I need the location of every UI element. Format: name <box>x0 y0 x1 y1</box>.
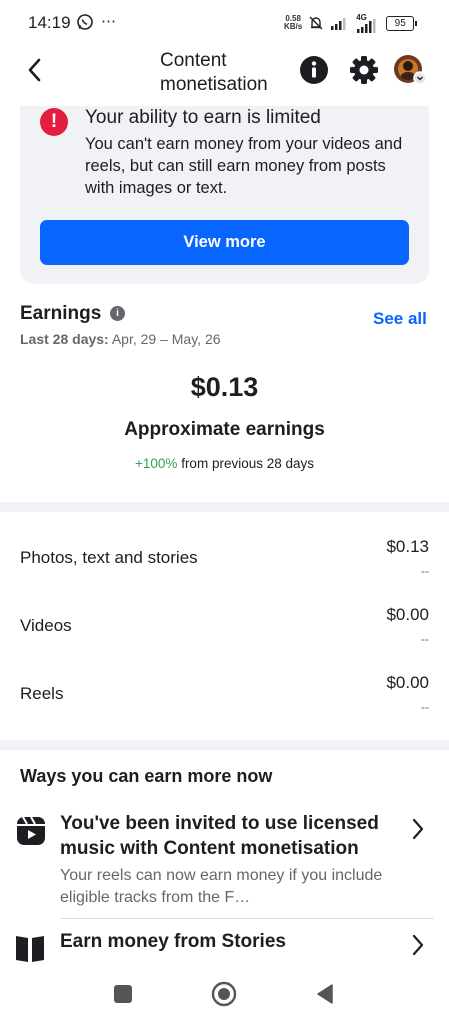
settings-button[interactable] <box>349 55 379 85</box>
row-label: Videos <box>20 616 72 635</box>
square-icon[interactable] <box>113 984 133 1004</box>
chevron-right-icon <box>412 934 424 956</box>
more-notifications-icon: ⋯ <box>101 13 116 30</box>
bell-muted-icon <box>309 16 323 30</box>
whatsapp-icon <box>77 14 93 30</box>
reels-icon <box>17 816 45 845</box>
earnings-change: +100% from previous 28 days <box>0 456 449 471</box>
book-icon <box>16 936 44 962</box>
info-button[interactable] <box>299 55 329 85</box>
triangle-back-icon[interactable] <box>314 983 336 1005</box>
earnings-row[interactable]: Photos, text and stories $0.13 -- <box>0 512 449 580</box>
status-bar: 14:19 ⋯ 0.58 KB/s 4G 95 <box>0 0 449 46</box>
page-title: Content monetisation <box>160 49 268 97</box>
section-divider <box>0 740 449 750</box>
system-nav-bar <box>0 962 449 1024</box>
stories-earnings-title: Earn money from Stories <box>60 931 286 952</box>
limited-card-body: You can't earn money from your videos an… <box>85 135 403 197</box>
chevron-right-icon <box>412 818 424 840</box>
earnings-row[interactable]: Reels $0.00 -- <box>0 648 449 716</box>
earnings-row[interactable]: Videos $0.00 -- <box>0 580 449 648</box>
licensed-music-subtitle: Your reels can now earn money if you inc… <box>60 867 383 906</box>
range-label: Last 28 days: <box>20 331 109 347</box>
row-value: $0.00 <box>386 673 429 692</box>
signal-icon <box>331 18 346 30</box>
change-value: +100% <box>135 456 178 471</box>
profile-avatar-button[interactable] <box>393 54 427 86</box>
earnings-amount: $0.13 <box>190 372 259 402</box>
gear-icon <box>350 56 378 84</box>
range-value: Apr, 29 – May, 26 <box>111 331 221 347</box>
earnings-info-icon[interactable]: i <box>110 306 125 321</box>
row-label: Reels <box>20 684 64 703</box>
earnings-date-range: Last 28 days: Apr, 29 – May, 26 <box>20 331 221 347</box>
earnings-title: Earnings <box>20 303 102 324</box>
row-sub: -- <box>421 700 429 714</box>
status-right: 0.58 KB/s 4G 95 <box>284 12 418 34</box>
earnings-amount-label: Approximate earnings <box>124 419 325 440</box>
page-title-line1: Content <box>160 50 227 71</box>
ways-to-earn-title: Ways you can earn more now <box>20 766 273 786</box>
row-label: Photos, text and stories <box>20 548 198 567</box>
info-icon <box>300 56 328 84</box>
section-divider <box>0 502 449 512</box>
licensed-music-title: You've been invited to use licensed musi… <box>60 813 379 859</box>
alert-icon: ! <box>40 108 68 136</box>
see-all-link[interactable]: See all <box>373 309 427 329</box>
battery-indicator: 95 <box>386 15 418 31</box>
speed-unit: KB/s <box>284 22 303 31</box>
avatar <box>394 55 427 85</box>
limited-card-title: Your ability to earn is limited <box>85 107 321 128</box>
status-time: 14:19 <box>28 13 71 32</box>
circle-icon[interactable] <box>211 981 237 1007</box>
list-divider <box>60 918 434 919</box>
row-value: $0.00 <box>386 605 429 624</box>
page-title-line2: monetisation <box>160 74 268 95</box>
network-speed: 0.58 KB/s <box>284 15 302 31</box>
signal-4g-icon: 4G <box>356 13 380 33</box>
view-more-button[interactable]: View more <box>40 220 409 265</box>
back-button[interactable] <box>22 52 52 88</box>
row-sub: -- <box>421 564 429 578</box>
row-sub: -- <box>421 632 429 646</box>
row-value: $0.13 <box>386 537 429 556</box>
chevron-left-icon <box>28 58 41 82</box>
change-text: from previous 28 days <box>181 456 314 471</box>
